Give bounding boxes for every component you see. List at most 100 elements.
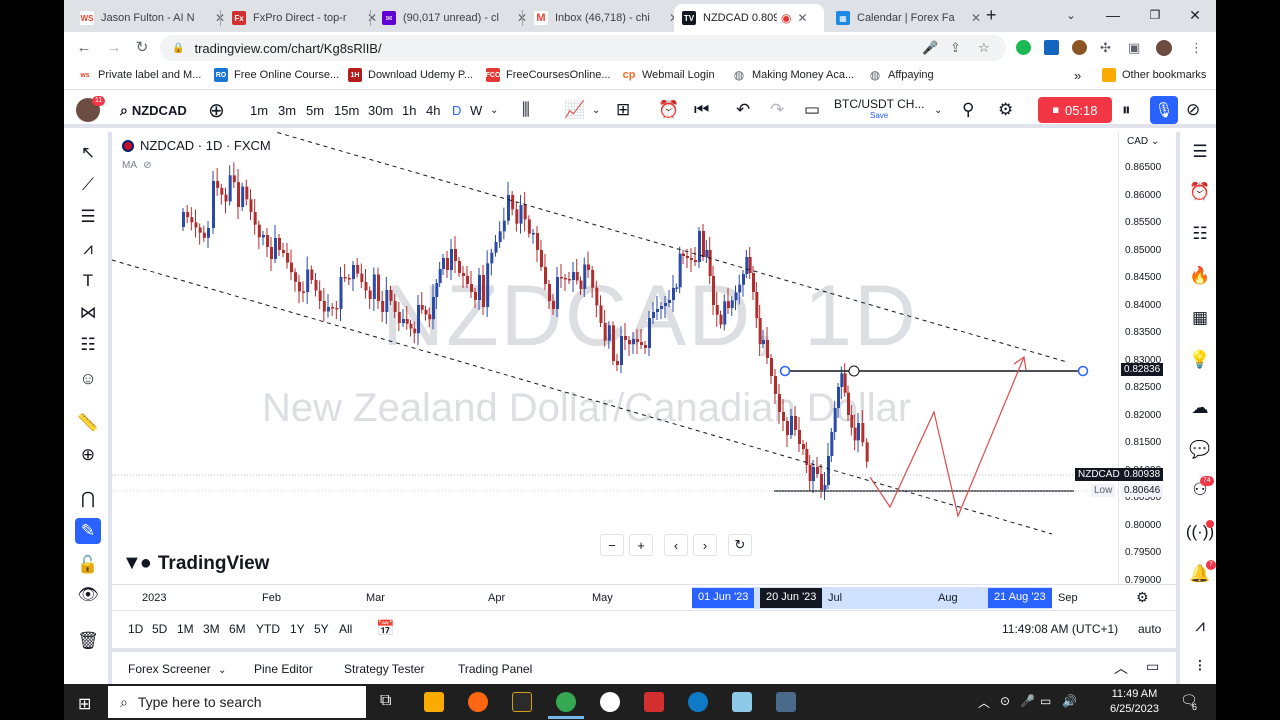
price-scale[interactable]: CAD ⌄ 0.86500 0.86000 0.85500 0.85000 0.8450… [1075, 132, 1176, 586]
forward-button[interactable]: → [102, 36, 126, 58]
interval-w[interactable]: W [470, 100, 482, 120]
scroll-right-button[interactable]: › [693, 534, 717, 556]
back-button[interactable]: ← [72, 36, 96, 58]
bookmark-star-icon[interactable]: ☆ [978, 40, 990, 56]
magnet-icon[interactable]: ⋂ [77, 488, 99, 510]
acrobat-icon[interactable] [644, 692, 664, 712]
restore-button[interactable]: ❐ [1134, 0, 1176, 30]
firefox-icon[interactable] [468, 692, 488, 712]
alerts-clock-icon[interactable]: ⏰ [1188, 180, 1212, 204]
time-axis[interactable]: 2023 Feb Mar Apr May 01 Jun '23 20 Jun '… [112, 584, 1176, 610]
layout-grid-icon[interactable]: ⊞ [616, 100, 630, 120]
tray-mic-icon[interactable]: 🎤 [1020, 694, 1035, 708]
interval-15m[interactable]: 15m [334, 100, 359, 120]
alert-clock-icon[interactable]: ⏰ [658, 100, 679, 120]
candles-chart-type-icon[interactable]: ⫼ [522, 100, 530, 120]
stay-in-drawing-mode-icon[interactable]: ✎ [75, 518, 101, 544]
zoom-out-button[interactable]: − [600, 534, 624, 556]
profile-avatar[interactable] [1156, 40, 1172, 56]
bookmark-freecoursesonline[interactable]: FCO FreeCoursesOnline... [486, 68, 611, 82]
chat-icon[interactable]: 💬 [1188, 438, 1212, 462]
close-icon[interactable]: ✕ [797, 11, 807, 25]
cookie-extension-icon[interactable] [1072, 40, 1087, 55]
patterns-icon[interactable]: ⩘ [77, 238, 99, 260]
windows-start-icon[interactable]: ⊞ [78, 694, 91, 714]
moving-average-legend[interactable]: MA ⊘ [122, 160, 152, 171]
settings-gear-icon[interactable]: ⚙ [998, 100, 1013, 120]
interval-d[interactable]: D [452, 100, 461, 120]
task-view-icon[interactable]: ⧉ [380, 692, 400, 712]
hide-drawings-eye-icon[interactable]: 👁 [77, 584, 99, 606]
tray-network-icon[interactable]: ▭ [1040, 694, 1051, 708]
pause-icon[interactable]: ⏸ [1122, 100, 1131, 120]
help-icon[interactable]: ⁝ [1188, 654, 1212, 678]
zoom-in-icon[interactable]: ⊕ [77, 444, 99, 466]
url-field[interactable]: 🔒 tradingview.com/chart/Kg8sRlIB/ [160, 35, 1006, 61]
xabcd-pattern-icon[interactable]: ⋈ [77, 302, 99, 324]
bookmark-private-label[interactable]: ws Private label and M... [78, 68, 201, 82]
symbol-search-button[interactable]: ⌕ NZDCAD [120, 100, 187, 120]
tray-webcam-icon[interactable]: ⊙ [1000, 694, 1010, 708]
maximize-panel-icon[interactable]: ▭ [1146, 658, 1159, 675]
interval-1m[interactable]: 1m [250, 100, 268, 120]
hotlists-flame-icon[interactable]: 🔥 [1188, 264, 1212, 288]
extensions-puzzle-icon[interactable]: ✣ [1100, 40, 1111, 56]
bookmark-webmail-login[interactable]: cp Webmail Login [622, 68, 715, 82]
layout-save-button[interactable]: BTC/USDT CH... Save [834, 98, 924, 122]
tab-tradingview[interactable]: TV NZDCAD 0.809 ◉ ✕ [674, 4, 824, 32]
calendar-icon[interactable]: ▦ [1188, 306, 1212, 330]
range-6m[interactable]: 6M [229, 622, 246, 636]
axis-settings-icon[interactable]: ⚙ [1136, 589, 1149, 606]
chevron-up-icon[interactable]: ︿ [1114, 658, 1128, 678]
range-1y[interactable]: 1Y [290, 622, 305, 636]
bookmark-download-udemy[interactable]: 1H Download Udemy P... [348, 68, 473, 82]
chevron-down-icon[interactable]: ⌄ [934, 100, 942, 120]
price-chart[interactable] [112, 132, 1118, 584]
edge-icon[interactable] [688, 692, 708, 712]
camera-off-icon[interactable]: ⊘ [1186, 100, 1200, 120]
location-app-icon[interactable] [600, 692, 620, 712]
vpn-extension-icon[interactable] [1044, 40, 1059, 55]
mt4-icon[interactable] [512, 692, 532, 712]
tray-chevron-up-icon[interactable]: ︿ [978, 694, 990, 711]
new-tab-button[interactable]: + [986, 5, 997, 25]
fib-retracement-icon[interactable]: ☰ [77, 206, 99, 228]
tab-fxpro[interactable]: Fx FxPro Direct - top-r ✕ [224, 4, 385, 32]
close-icon[interactable]: ✕ [971, 11, 981, 25]
forecast-icon[interactable]: ☷ [77, 334, 99, 356]
reload-button[interactable]: ↻ [130, 36, 154, 58]
timezone-clock[interactable]: 11:49:08 AM (UTC+1) [1002, 622, 1118, 636]
ruler-icon[interactable]: 📏 [77, 412, 99, 434]
tab-forex-screener[interactable]: Forex Screener ⌄ [128, 662, 226, 676]
text-tool-icon[interactable]: T [77, 270, 99, 292]
go-to-date-icon[interactable]: 📅 [376, 619, 395, 637]
redo-icon[interactable]: ↷ [770, 100, 784, 120]
range-ytd[interactable]: YTD [256, 622, 280, 636]
chart-pane[interactable]: NZDCAD, 1D New Zealand Dollar/Canadian D… [112, 132, 1118, 584]
tab-strategy-tester[interactable]: Strategy Tester [344, 662, 424, 676]
tab-trading-panel[interactable]: Trading Panel [458, 662, 532, 676]
menu-kebab-icon[interactable]: ⋮ [1190, 40, 1203, 56]
calculator-icon[interactable] [776, 692, 796, 712]
bookmark-affpaying[interactable]: ◍ Affpaying [868, 68, 934, 82]
tab-yahoo-mail[interactable]: ✉(90,017 unread) - cl✕ [374, 4, 535, 32]
range-1d[interactable]: 1D [128, 622, 143, 636]
chevron-down-icon[interactable]: ⌄ [592, 100, 600, 120]
interval-3m[interactable]: 3m [278, 100, 296, 120]
data-window-icon[interactable]: ☷ [1188, 222, 1212, 246]
emoji-icon[interactable]: ☺ [77, 368, 99, 390]
recording-timer-button[interactable]: ⏹ 05:18 [1038, 97, 1112, 123]
lock-drawings-icon[interactable]: 🔓 [77, 554, 99, 576]
compare-symbol-button[interactable]: ⊕ [208, 100, 225, 122]
cursor-icon[interactable]: ↖ [77, 142, 99, 164]
zoom-in-button[interactable]: + [629, 534, 653, 556]
taskbar-search-box[interactable]: ⌕ Type here to search [108, 686, 366, 718]
chevron-down-icon[interactable]: ⌄ [490, 100, 498, 120]
auto-scale-toggle[interactable]: auto [1138, 622, 1161, 636]
share-icon[interactable]: ⇪ [950, 40, 961, 56]
tab-forex-calendar[interactable]: ▦ Calendar | Forex Fa ✕ [828, 4, 989, 32]
replay-icon[interactable]: ⏮ [694, 100, 709, 120]
notes-app-icon[interactable] [732, 692, 752, 712]
microphone-icon[interactable]: 🎙 [1150, 96, 1178, 124]
layout-frame-icon[interactable]: ▭ [804, 100, 820, 120]
